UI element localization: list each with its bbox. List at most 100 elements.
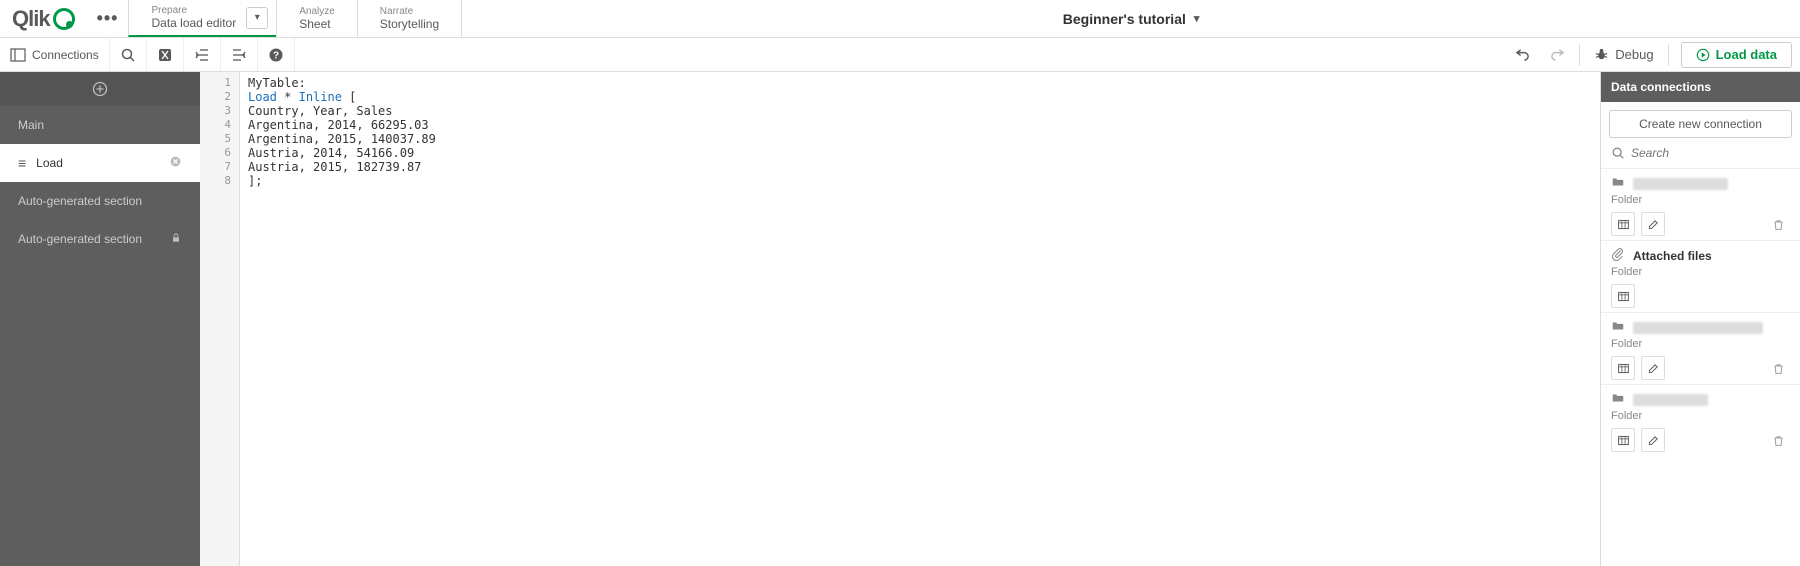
table-icon: [1617, 434, 1630, 447]
sidebar-section-main[interactable]: Main: [0, 106, 200, 144]
load-data-label: Load data: [1716, 47, 1777, 62]
app-title-text: Beginner's tutorial: [1063, 11, 1186, 27]
help-icon: ?: [268, 47, 284, 63]
folder-icon: [1611, 175, 1625, 192]
connection-item[interactable]: Folder: [1601, 168, 1800, 240]
line-gutter: 1 2 3 4 5 6 7 8: [200, 72, 240, 566]
connection-item[interactable]: Folder: [1601, 384, 1800, 456]
line-number: 5: [200, 132, 239, 146]
outdent-button[interactable]: [221, 38, 258, 71]
edit-connection-button[interactable]: [1641, 212, 1665, 236]
bug-icon: [1594, 47, 1609, 62]
lock-icon: [170, 232, 182, 247]
section-label: Main: [18, 118, 44, 132]
chevron-down-icon[interactable]: ▾: [246, 7, 268, 29]
delete-connection-button[interactable]: [1766, 356, 1790, 380]
section-label: Auto-generated section: [18, 194, 142, 208]
comment-icon: [157, 47, 173, 63]
redo-button: [1540, 40, 1575, 70]
sidebar-section-auto-1[interactable]: Auto-generated section: [0, 182, 200, 220]
select-data-button[interactable]: [1611, 284, 1635, 308]
line-number: 1: [200, 76, 239, 90]
help-button[interactable]: ?: [258, 38, 295, 71]
indent-button[interactable]: [184, 38, 221, 71]
close-icon[interactable]: [169, 155, 182, 171]
trash-icon: [1772, 218, 1785, 231]
main-area: Main ≡ Load Auto-generated section Auto-…: [0, 72, 1800, 566]
trash-icon: [1772, 362, 1785, 375]
chevron-down-icon: ▾: [1194, 12, 1200, 25]
connection-name-redacted: [1633, 322, 1763, 334]
search-icon: [1611, 146, 1625, 160]
panel-icon: [10, 47, 26, 63]
logo-q-icon: [53, 8, 75, 30]
edit-connection-button[interactable]: [1641, 428, 1665, 452]
connection-type: Folder: [1611, 194, 1790, 206]
comment-toggle-button[interactable]: [147, 38, 184, 71]
logo-text: Qlik: [12, 6, 50, 32]
code-editor[interactable]: 1 2 3 4 5 6 7 8 MyTable:Load * Inline [C…: [200, 72, 1600, 566]
nav-tab-analyze[interactable]: Analyze Sheet: [276, 0, 357, 37]
drag-handle-icon[interactable]: ≡: [18, 155, 26, 171]
redo-icon: [1550, 47, 1565, 62]
top-header: Qlik ••• Prepare Data load editor ▾ Anal…: [0, 0, 1800, 38]
search-button[interactable]: [110, 38, 147, 71]
attached-files-label: Attached files: [1633, 249, 1712, 263]
delete-connection-button[interactable]: [1766, 428, 1790, 452]
connection-item-attached[interactable]: Attached files Folder: [1601, 240, 1800, 312]
divider: [1668, 44, 1669, 66]
nav-prepare-big: Data load editor: [151, 16, 236, 30]
pencil-icon: [1647, 434, 1660, 447]
line-number: 6: [200, 146, 239, 160]
select-data-button[interactable]: [1611, 356, 1635, 380]
undo-icon: [1515, 47, 1530, 62]
line-number: 2: [200, 90, 239, 104]
folder-icon: [1611, 319, 1625, 336]
more-menu-button[interactable]: •••: [87, 0, 129, 37]
line-number: 3: [200, 104, 239, 118]
debug-button[interactable]: Debug: [1584, 40, 1663, 70]
nav-analyze-small: Analyze: [299, 6, 335, 17]
paperclip-icon: [1611, 247, 1625, 264]
line-number: 7: [200, 160, 239, 174]
outdent-icon: [231, 47, 247, 63]
play-icon: [1696, 48, 1710, 62]
data-connections-panel: Data connections Create new connection F…: [1600, 72, 1800, 566]
select-data-button[interactable]: [1611, 428, 1635, 452]
trash-icon: [1772, 434, 1785, 447]
divider: [1579, 44, 1580, 66]
logo[interactable]: Qlik: [0, 0, 87, 37]
undo-button[interactable]: [1505, 40, 1540, 70]
connection-item[interactable]: Folder: [1601, 312, 1800, 384]
nav-tabs: Prepare Data load editor ▾ Analyze Sheet…: [128, 0, 462, 37]
edit-connection-button[interactable]: [1641, 356, 1665, 380]
table-icon: [1617, 362, 1630, 375]
create-connection-button[interactable]: Create new connection: [1609, 110, 1792, 138]
connections-label: Connections: [32, 48, 99, 62]
nav-analyze-big: Sheet: [299, 17, 335, 31]
select-data-button[interactable]: [1611, 212, 1635, 236]
pencil-icon: [1647, 362, 1660, 375]
add-section-button[interactable]: [0, 72, 200, 106]
connection-search[interactable]: [1601, 142, 1800, 168]
section-label: Load: [36, 156, 63, 170]
pencil-icon: [1647, 218, 1660, 231]
nav-tab-narrate[interactable]: Narrate Storytelling: [357, 0, 462, 37]
load-data-button[interactable]: Load data: [1681, 42, 1792, 68]
plus-circle-icon: [92, 81, 108, 97]
app-title-dropdown[interactable]: Beginner's tutorial ▾: [462, 0, 1800, 37]
connection-name-redacted: [1633, 178, 1728, 190]
connection-type: Folder: [1611, 410, 1790, 422]
delete-connection-button[interactable]: [1766, 212, 1790, 236]
table-icon: [1617, 218, 1630, 231]
sidebar-section-load[interactable]: ≡ Load: [0, 144, 200, 182]
sections-sidebar: Main ≡ Load Auto-generated section Auto-…: [0, 72, 200, 566]
connection-type: Folder: [1611, 338, 1790, 350]
nav-tab-prepare[interactable]: Prepare Data load editor ▾: [128, 0, 276, 37]
line-number: 8: [200, 174, 239, 188]
sidebar-section-auto-2[interactable]: Auto-generated section: [0, 220, 200, 258]
line-number: 4: [200, 118, 239, 132]
connections-panel-toggle[interactable]: Connections: [0, 38, 110, 71]
search-input[interactable]: [1631, 146, 1790, 160]
code-content[interactable]: MyTable:Load * Inline [Country, Year, Sa…: [240, 72, 1600, 566]
